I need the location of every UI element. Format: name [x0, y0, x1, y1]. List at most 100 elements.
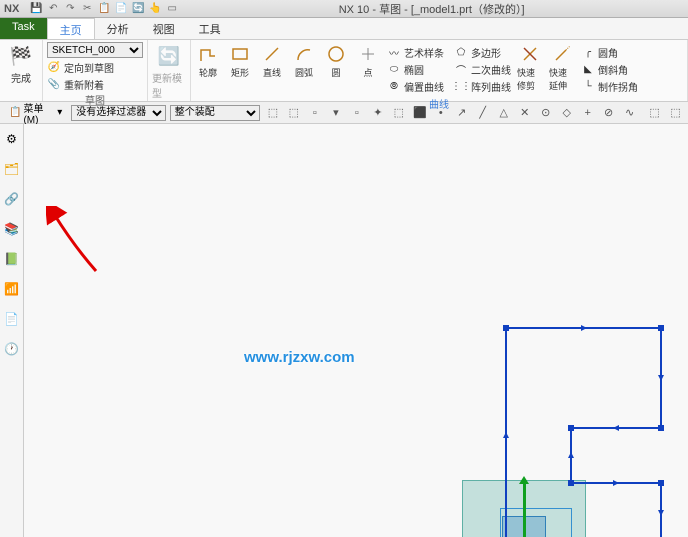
filter-icon-4[interactable]: ▾ [327, 104, 344, 122]
assembly-scope-select[interactable]: 整个装配 [170, 105, 261, 121]
menu-button[interactable]: 📋 菜单(M) ▾ [4, 98, 67, 128]
filter-icon-2[interactable]: ⬚ [285, 104, 302, 122]
snap-pt-icon[interactable]: + [579, 104, 596, 122]
arc-button[interactable]: 圆弧 [291, 42, 317, 79]
ellipse-button[interactable]: ⬭椭圆 [387, 61, 444, 77]
filter-icon-1[interactable]: ⬚ [264, 104, 281, 122]
pattern-icon: ⋮⋮ [454, 79, 468, 93]
spline-icon: 〰 [387, 45, 401, 59]
arc-icon [292, 42, 316, 66]
touch-icon[interactable]: 👆 [148, 2, 162, 16]
undo-icon[interactable]: ↶ [46, 2, 60, 16]
ribbon: 🏁 完成 SKETCH_000 🧭定向到草图 📎重新附着 草图 🔄 更新模型 轮… [0, 40, 688, 102]
line-icon [260, 42, 284, 66]
repeat-icon[interactable]: 🔄 [131, 2, 145, 16]
snap-tangent-icon[interactable]: ⊘ [600, 104, 617, 122]
view-icon-2[interactable]: ⬚ [667, 104, 684, 122]
snap-point-icon[interactable]: • [432, 104, 449, 122]
update-model-button[interactable]: 🔄 更新模型 [152, 42, 186, 100]
quick-access-toolbar: 💾 ↶ ↷ ✂ 📋 📄 🔄 👆 ▭ [29, 2, 179, 16]
finish-button[interactable]: 🏁 完成 [4, 42, 38, 85]
tab-tools[interactable]: 工具 [187, 18, 233, 39]
point-button[interactable]: 点 [355, 42, 381, 79]
filter-icon-8[interactable]: ⬛ [411, 104, 428, 122]
ellipse-icon: ⬭ [387, 62, 401, 76]
orient-icon: 🧭 [47, 60, 61, 74]
watermark: www.rjzxw.com [244, 349, 355, 366]
circle-icon [324, 42, 348, 66]
cut-icon[interactable]: ✂ [80, 2, 94, 16]
sketch-profile[interactable] [501, 323, 671, 537]
extend-icon [550, 42, 574, 66]
save-icon[interactable]: 💾 [29, 2, 43, 16]
ribbon-group-finish: 🏁 完成 [0, 40, 43, 101]
copy-icon[interactable]: 📋 [97, 2, 111, 16]
finish-flag-icon: 🏁 [7, 42, 35, 70]
assembly-navigator-icon[interactable]: 🗂 [3, 160, 21, 178]
pattern-button[interactable]: ⋮⋮阵列曲线 [454, 78, 511, 94]
snap-center-icon[interactable]: ⊙ [537, 104, 554, 122]
web-browser-icon[interactable]: 📶 [3, 280, 21, 298]
makecorner-button[interactable]: └制作拐角 [581, 78, 638, 94]
quicktrim-button[interactable]: 快速修剪 [517, 42, 543, 92]
ribbon-group-sketch: SKETCH_000 🧭定向到草图 📎重新附着 草图 [43, 40, 148, 101]
rectangle-button[interactable]: 矩形 [227, 42, 253, 79]
title-bar: NX 💾 ↶ ↷ ✂ 📋 📄 🔄 👆 ▭ NX 10 - 草图 - [_mode… [0, 0, 688, 18]
graphics-canvas[interactable]: www.rjzxw.com [24, 124, 688, 537]
update-icon: 🔄 [155, 42, 183, 70]
app-logo: NX [4, 3, 19, 15]
spline-button[interactable]: 〰艺术样条 [387, 44, 444, 60]
snap-ctrl-icon[interactable]: △ [495, 104, 512, 122]
filter-icon-3[interactable]: ▫ [306, 104, 323, 122]
conic-icon: ⌒ [454, 62, 468, 76]
history-icon[interactable]: 📄 [3, 310, 21, 328]
filter-icon-7[interactable]: ⬚ [390, 104, 407, 122]
profile-button[interactable]: 轮廓 [195, 42, 221, 79]
reattach-button[interactable]: 📎重新附着 [47, 76, 143, 92]
redo-icon[interactable]: ↷ [63, 2, 77, 16]
filter-icon-6[interactable]: ✦ [369, 104, 386, 122]
selection-filter-select[interactable]: 没有选择过滤器 [71, 105, 165, 121]
process-studio-icon[interactable]: 🕐 [3, 340, 21, 358]
view-icon-1[interactable]: ⬚ [646, 104, 663, 122]
constraint-navigator-icon[interactable]: 🔗 [3, 190, 21, 208]
orient-to-sketch-button[interactable]: 🧭定向到草图 [47, 59, 143, 75]
annotation-arrow [46, 206, 106, 276]
circle-button[interactable]: 圆 [323, 42, 349, 79]
line-button[interactable]: 直线 [259, 42, 285, 79]
tab-analysis[interactable]: 分析 [95, 18, 141, 39]
offset-button[interactable]: ⦾偏置曲线 [387, 78, 444, 94]
snap-end-icon[interactable]: ↗ [453, 104, 470, 122]
hd3d-icon[interactable]: 📗 [3, 250, 21, 268]
sketch-select[interactable]: SKETCH_000 [47, 42, 143, 58]
snap-mid-icon[interactable]: ╱ [474, 104, 491, 122]
tab-task[interactable]: Task [0, 18, 47, 39]
rectangle-icon [228, 42, 252, 66]
window-title: NX 10 - 草图 - [_model1.prt（修改的）] [179, 1, 684, 17]
polygon-icon: ⬠ [454, 45, 468, 59]
trim-icon [518, 42, 542, 66]
tab-home[interactable]: 主页 [47, 18, 95, 39]
fillet-button[interactable]: ╭圆角 [581, 44, 638, 60]
work-area: ⚙ 🗂 🔗 📚 📗 📶 📄 🕐 www.rjzxw.com [0, 124, 688, 537]
fillet-icon: ╭ [581, 45, 595, 59]
conic-button[interactable]: ⌒二次曲线 [454, 61, 511, 77]
offset-icon: ⦾ [387, 79, 401, 93]
reuse-library-icon[interactable]: 📚 [3, 220, 21, 238]
snap-intersect-icon[interactable]: ✕ [516, 104, 533, 122]
window-icon[interactable]: ▭ [165, 2, 179, 16]
polygon-button[interactable]: ⬠多边形 [454, 44, 511, 60]
quickextend-button[interactable]: 快速延伸 [549, 42, 575, 92]
tab-view[interactable]: 视图 [141, 18, 187, 39]
paste-icon[interactable]: 📄 [114, 2, 128, 16]
chamfer-button[interactable]: ◣倒斜角 [581, 61, 638, 77]
filter-icon-5[interactable]: ▫ [348, 104, 365, 122]
snap-quad-icon[interactable]: ◇ [558, 104, 575, 122]
point-icon [356, 42, 380, 66]
snap-curve-icon[interactable]: ∿ [621, 104, 638, 122]
ribbon-tabs: Task 主页 分析 视图 工具 [0, 18, 688, 40]
corner-icon: └ [581, 79, 595, 93]
resource-bar: ⚙ 🗂 🔗 📚 📗 📶 📄 🕐 [0, 124, 24, 537]
ribbon-group-update: 🔄 更新模型 [148, 40, 191, 101]
part-navigator-icon[interactable]: ⚙ [3, 130, 21, 148]
